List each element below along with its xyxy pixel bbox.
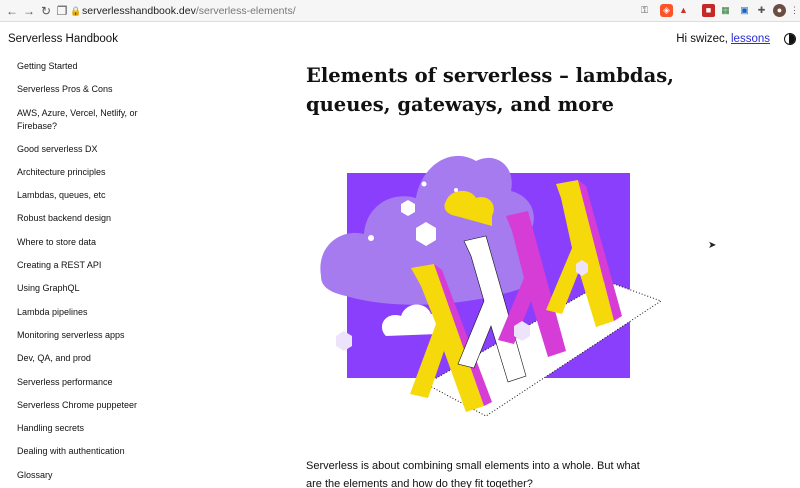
sidebar-item[interactable]: Where to store data (17, 236, 157, 249)
sidebar-item[interactable]: Monitoring serverless apps (17, 329, 157, 342)
sidebar-item[interactable]: Serverless Pros & Cons (17, 83, 157, 96)
sidebar-item[interactable]: Good serverless DX (17, 143, 157, 156)
triangle-extension-icon[interactable]: ▲ (677, 4, 690, 17)
back-arrow-icon[interactable]: ← (4, 3, 20, 19)
sidebar-item[interactable]: Glossary (17, 469, 157, 482)
sidebar-item[interactable]: Using GraphQL (17, 282, 157, 295)
bookmark-icon[interactable]: ❐ (54, 3, 70, 19)
key-icon[interactable]: ⚿ (638, 4, 651, 17)
lessons-link[interactable]: lessons (731, 33, 770, 45)
sidebar-item[interactable]: Getting Started (17, 60, 157, 73)
browser-toolbar: ← → ↻ ❐ 🔒serverlesshandbook.dev/serverle… (0, 0, 800, 22)
sidebar-item[interactable]: Dealing with authentication (17, 445, 157, 458)
red-extension-icon[interactable]: ■ (702, 4, 715, 17)
sidebar-item[interactable]: Handling secrets (17, 422, 157, 435)
url-path: /serverless-elements/ (195, 5, 296, 17)
sidebar-item[interactable]: Dev, QA, and prod (17, 352, 157, 365)
sidebar-item[interactable]: Lambda pipelines (17, 306, 157, 319)
reload-icon[interactable]: ↻ (38, 3, 54, 19)
puzzle-icon[interactable]: ✚ (755, 4, 768, 17)
forward-arrow-icon[interactable]: → (21, 3, 37, 19)
sidebar-item[interactable]: AWS, Azure, Vercel, Netlify, or Firebase… (17, 107, 157, 133)
url-domain: serverlesshandbook.dev (82, 5, 196, 17)
avatar[interactable]: ● (773, 4, 786, 17)
sidebar-item[interactable]: Serverless Chrome puppeteer (17, 399, 157, 412)
grid-extension-icon[interactable]: ▦ (719, 4, 732, 17)
intro-paragraph: Serverless is about combining small elem… (306, 460, 640, 488)
greeting-text: Hi swizec, (676, 33, 728, 45)
brave-shield-icon[interactable]: ◈ (660, 4, 673, 17)
sidebar-item[interactable]: Serverless performance (17, 376, 157, 389)
greeting: Hi swizec, lessons (676, 33, 770, 45)
lock-icon: 🔒 (70, 6, 82, 16)
sidebar-item[interactable]: Creating a REST API (17, 259, 157, 272)
sidebar-item[interactable]: Lambdas, queues, etc (17, 189, 157, 202)
address-bar[interactable]: 🔒serverlesshandbook.dev/serverless-eleme… (70, 2, 630, 20)
blue-extension-icon[interactable]: ▣ (738, 4, 751, 17)
sidebar-nav: Getting Started Serverless Pros & Cons A… (17, 60, 157, 488)
theme-toggle-icon[interactable] (784, 33, 796, 45)
sidebar-item[interactable]: Robust backend design (17, 212, 157, 225)
menu-icon[interactable]: ⋮ (788, 4, 800, 17)
page-title: Elements of serverless – lambdas, queues… (306, 64, 674, 116)
site-title[interactable]: Serverless Handbook (8, 33, 118, 45)
hero-illustration (320, 155, 661, 416)
mouse-cursor-icon: ➤ (708, 240, 717, 251)
sidebar-item[interactable]: Architecture principles (17, 166, 157, 179)
